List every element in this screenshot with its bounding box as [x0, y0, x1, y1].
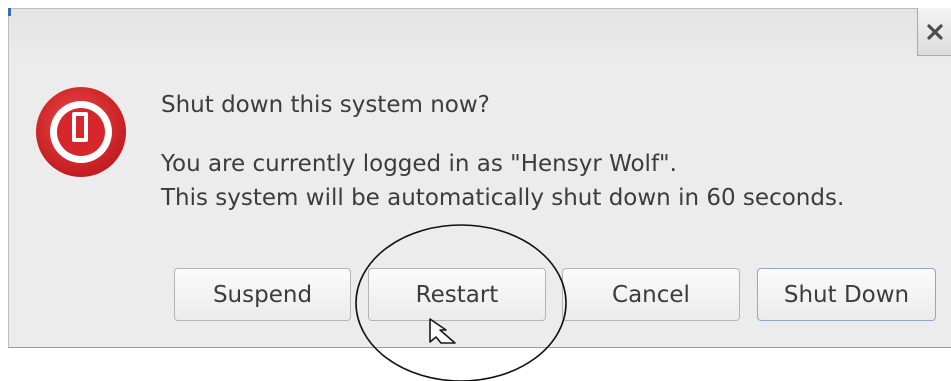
cancel-button[interactable]: Cancel	[562, 268, 740, 321]
shut-down-button[interactable]: Shut Down	[757, 268, 936, 321]
power-warning-icon	[36, 87, 126, 177]
dialog-question: Shut down this system now?	[161, 92, 490, 118]
close-icon	[927, 23, 943, 40]
restart-button[interactable]: Restart	[368, 268, 546, 321]
dialog-logged-in-text: You are currently logged in as "Hensyr W…	[161, 151, 677, 177]
dialog-countdown-text: This system will be automatically shut d…	[161, 185, 845, 211]
screen: Shut down this system now? You are curre…	[0, 0, 951, 381]
suspend-button[interactable]: Suspend	[174, 268, 351, 321]
window-corner-accent	[8, 8, 11, 16]
close-button[interactable]	[917, 8, 951, 56]
